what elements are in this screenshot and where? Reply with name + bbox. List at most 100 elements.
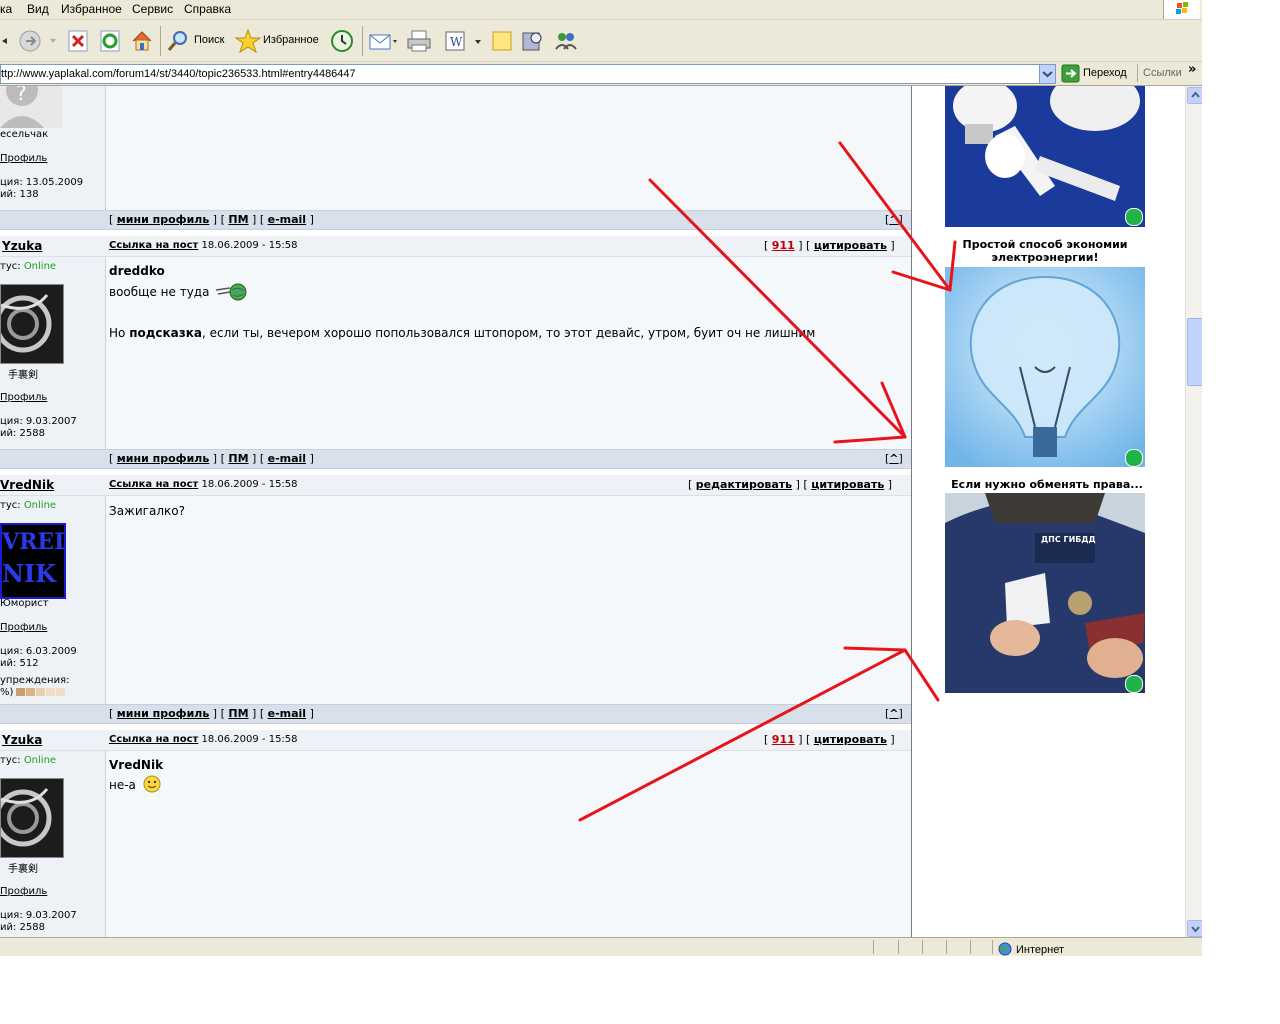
links-toolbar[interactable]: Ссылки [1143, 67, 1182, 79]
post-permalink[interactable]: Ссылка на пост [109, 240, 198, 251]
ad-image-police[interactable]: ДПС ГИБДД [945, 493, 1145, 693]
profile-link[interactable]: Профиль [0, 153, 47, 164]
address-dropdown-button[interactable] [1039, 65, 1055, 83]
registration-date: ция: 13.05.2009 [0, 177, 84, 188]
post-permalink[interactable]: Ссылка на пост [109, 734, 198, 745]
menu-tools[interactable]: Сервис [132, 2, 173, 16]
address-input[interactable]: ttp://www.yaplakal.com/forum14/st/3440/t… [0, 64, 1056, 84]
home-icon[interactable] [130, 29, 154, 53]
email-link[interactable]: e-mail [268, 452, 306, 465]
pm-link[interactable]: ПМ [228, 213, 248, 226]
favorites-star-icon[interactable] [235, 29, 261, 53]
post-permalink[interactable]: Ссылка на пост [109, 479, 198, 490]
menu-help[interactable]: Справка [184, 2, 231, 16]
online-status: Online [23, 261, 57, 272]
status-separator [898, 940, 899, 954]
toolbar-separator [362, 26, 363, 56]
page-content: ? есельчак Профиль ция: 13.05.2009 ий: 1… [0, 86, 1185, 937]
scroll-thumb[interactable] [1187, 318, 1202, 386]
online-dot-icon [1125, 675, 1143, 693]
back-arrow-icon[interactable] [0, 29, 10, 53]
print-icon[interactable] [406, 29, 432, 53]
research-icon[interactable] [520, 29, 546, 53]
post-actions-bar: [ мини профиль ] [ ПМ ] [ e-mail ] [^] [0, 704, 911, 724]
search-icon[interactable] [166, 29, 190, 53]
profile-link[interactable]: Профиль [0, 392, 47, 403]
svg-text:W: W [450, 35, 463, 49]
post-count: ий: 512 [0, 658, 39, 669]
refresh-icon[interactable] [99, 29, 121, 53]
quote-link[interactable]: цитировать [814, 733, 887, 746]
avatar-caption: 手裏剣 [8, 864, 38, 875]
mini-profile-link[interactable]: мини профиль [117, 707, 210, 720]
forward-dropdown-icon[interactable] [48, 29, 58, 53]
avatar: ? [0, 86, 62, 128]
note-icon[interactable] [490, 29, 514, 53]
post-count: ий: 2588 [0, 428, 45, 439]
profile-link[interactable]: Профиль [0, 622, 47, 633]
menu-favorites[interactable]: Избранное [61, 2, 122, 16]
quote-link[interactable]: цитировать [811, 478, 884, 491]
pm-link[interactable]: ПМ [228, 452, 248, 465]
mail-icon[interactable] [368, 29, 398, 53]
post-actions-bar: [ мини профиль ] [ ПМ ] [ e-mail ] [^] [0, 449, 911, 469]
report-link[interactable]: 911 [772, 239, 795, 252]
post-body [106, 86, 911, 210]
post-author-name[interactable]: VredNik [0, 478, 54, 492]
badge-text: ДПС ГИБДД [1041, 535, 1096, 544]
messenger-icon[interactable] [553, 29, 579, 53]
menu-file[interactable]: ка [0, 2, 12, 16]
links-more-chevron[interactable]: » [1188, 62, 1196, 77]
ad-image-lightbulb[interactable] [945, 267, 1145, 467]
smiley-icon [143, 775, 161, 793]
chevron-down-icon [1191, 926, 1200, 933]
chevron-up-icon [1191, 91, 1200, 98]
ad-title[interactable]: Простой способ экономии электроэнергии! [945, 238, 1145, 264]
user-rank: есельчак [0, 129, 49, 140]
word-edit-icon[interactable]: W [444, 29, 484, 53]
post-text-line: не-а [109, 778, 136, 792]
registration-date: ция: 9.03.2007 [0, 910, 77, 921]
post-date: 18.06.2009 - 15:58 [201, 734, 298, 745]
quote-link[interactable]: цитировать [814, 239, 887, 252]
post-author-panel: тус: Online 手裏剣 Профиль ция: 9.03.2007 и… [0, 751, 106, 937]
go-arrow-icon[interactable] [1061, 64, 1080, 83]
email-link[interactable]: e-mail [268, 707, 306, 720]
scroll-top-link[interactable]: ^ [889, 707, 898, 720]
post-text-line: Зажигалко? [109, 504, 185, 518]
edit-link[interactable]: редактировать [696, 478, 792, 491]
post-text-prefix: Но [109, 326, 130, 340]
scroll-top-link[interactable]: ^ [889, 452, 898, 465]
post-actions-bar: [ мини профиль ] [ ПМ ] [ e-mail ] [^] [0, 210, 911, 230]
mini-profile-link[interactable]: мини профиль [117, 213, 210, 226]
ad-title[interactable]: Если нужно обменять права... [945, 478, 1149, 491]
address-url: ttp://www.yaplakal.com/forum14/st/3440/t… [1, 68, 356, 80]
go-button[interactable]: Переход [1083, 67, 1127, 79]
post-text-rest: , если ты, вечером хорошо попользовался … [201, 326, 816, 340]
ad-image-bulbs[interactable] [945, 86, 1145, 227]
forward-icon[interactable] [18, 29, 44, 53]
chevron-down-icon [1042, 71, 1053, 78]
profile-link[interactable]: Профиль [0, 886, 47, 897]
menu-view[interactable]: Вид [27, 2, 49, 16]
post-count: ий: 138 [0, 189, 39, 200]
mini-profile-link[interactable]: мини профиль [117, 452, 210, 465]
vertical-scrollbar[interactable] [1185, 86, 1202, 937]
history-icon[interactable] [330, 29, 354, 53]
status-label: тус: [0, 755, 21, 766]
scroll-up-button[interactable] [1187, 87, 1202, 104]
email-link[interactable]: e-mail [268, 213, 306, 226]
windows-logo-icon [1163, 0, 1200, 19]
report-link[interactable]: 911 [772, 733, 795, 746]
favorites-button-label[interactable]: Избранное [263, 34, 319, 46]
scroll-top-link[interactable]: ^ [889, 213, 898, 226]
globe-smiley-icon [216, 283, 247, 301]
stop-icon[interactable] [67, 29, 89, 53]
pm-link[interactable]: ПМ [228, 707, 248, 720]
avatar-caption: 手裏剣 [8, 370, 38, 381]
post-author-name[interactable]: Yzuka [2, 733, 42, 747]
user-rank: Юморист [0, 598, 49, 609]
post-author-name[interactable]: Yzuka [2, 239, 42, 253]
search-button-label[interactable]: Поиск [194, 34, 224, 46]
scroll-down-button[interactable] [1187, 920, 1202, 937]
